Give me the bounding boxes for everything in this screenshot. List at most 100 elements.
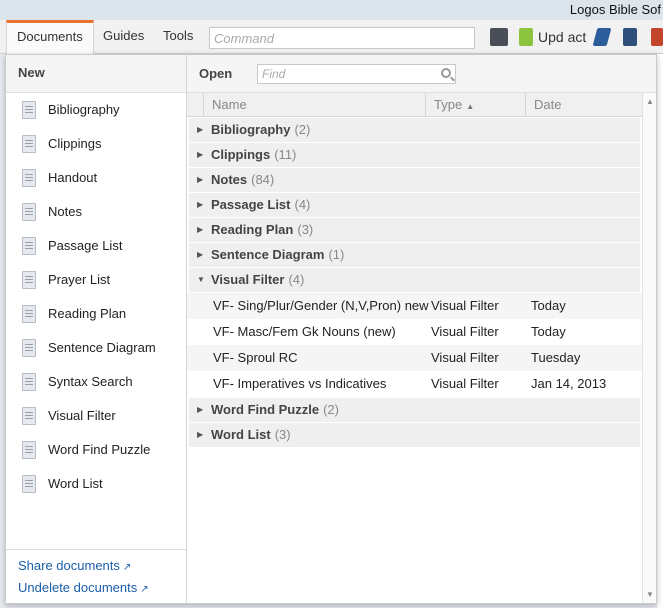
new-item-label: Notes (48, 204, 82, 219)
bibliography-icon (22, 101, 36, 119)
collapse-arrow-icon: ▼ (197, 275, 205, 284)
row-date: Tuesday (531, 350, 581, 365)
new-item-label: Handout (48, 170, 98, 185)
group-name: Notes (211, 172, 248, 187)
new-item-visual-filter[interactable]: Visual Filter (6, 399, 186, 433)
undelete-documents-label: Undelete documents (18, 580, 138, 595)
group-name: Visual Filter (211, 272, 285, 287)
background-document (657, 54, 663, 608)
expand-arrow-icon: ▶ (197, 175, 204, 184)
new-item-label: Syntax Search (48, 374, 133, 389)
new-item-reading-plan[interactable]: Reading Plan (6, 297, 186, 331)
scroll-up-icon[interactable]: ▲ (646, 97, 654, 106)
reading-plan-icon (22, 305, 36, 323)
expand-arrow-icon: ▶ (197, 150, 204, 159)
external-link-icon: ↗ (140, 584, 149, 595)
new-item-label: Clippings (48, 136, 102, 151)
group-name: Reading Plan (211, 222, 294, 237)
tab-guides[interactable]: Guides (93, 20, 154, 54)
new-item-passage-list[interactable]: Passage List (6, 229, 186, 263)
title-bar: Logos Bible Sof (0, 0, 663, 20)
group-count: (3) (297, 222, 314, 237)
expand-arrow-icon: ▶ (197, 430, 204, 439)
console-icon[interactable] (490, 28, 508, 46)
group-reading-plan[interactable]: ▶ Reading Plan (3) (189, 218, 640, 242)
group-name: Passage List (211, 197, 291, 212)
row-type: Visual Filter (431, 324, 499, 339)
expand-arrow-icon: ▶ (197, 125, 204, 134)
row-type: Visual Filter (431, 376, 499, 391)
group-bibliography[interactable]: ▶ Bibliography (2) (189, 118, 640, 142)
row-name: VF- Sproul RC (213, 350, 298, 365)
new-item-handout[interactable]: Handout (6, 161, 186, 195)
new-item-word-find-puzzle[interactable]: Word Find Puzzle (6, 433, 186, 467)
new-item-bibliography[interactable]: Bibliography (6, 93, 186, 127)
table-row[interactable]: VF- Masc/Fem Gk Nouns (new) Visual Filter… (187, 319, 642, 345)
new-item-prayer-list[interactable]: Prayer List (6, 263, 186, 297)
highlighter-icon[interactable] (592, 28, 612, 46)
group-notes[interactable]: ▶ Notes (84) (189, 168, 640, 192)
left-footer: Share documents ↗ Undelete documents ↗ (6, 549, 186, 603)
new-item-syntax-search[interactable]: Syntax Search (6, 365, 186, 399)
group-count: (2) (294, 122, 311, 137)
sort-ascending-icon: ▲ (466, 102, 475, 111)
new-item-label: Visual Filter (48, 408, 116, 423)
row-date: Today (531, 324, 566, 339)
tab-tools[interactable]: Tools (153, 20, 203, 54)
word-find-puzzle-icon (22, 441, 36, 459)
group-name: Clippings (211, 147, 271, 162)
expand-arrow-icon: ▶ (197, 200, 204, 209)
new-item-label: Bibliography (48, 102, 120, 117)
update-label[interactable]: Upd act (538, 29, 586, 45)
toolbar: Documents Guides Tools Upd act (0, 20, 663, 55)
visual-filter-icon (22, 407, 36, 425)
column-name[interactable]: Name (203, 93, 425, 117)
table-row[interactable]: VF- Sproul RC Visual Filter Tuesday (187, 345, 642, 371)
new-item-sentence-diagram[interactable]: Sentence Diagram (6, 331, 186, 365)
share-documents-link[interactable]: Share documents ↗ (18, 556, 186, 578)
group-count: (3) (274, 427, 291, 442)
handout-icon (22, 169, 36, 187)
column-name-label: Name (212, 97, 247, 112)
group-sentence-diagram[interactable]: ▶ Sentence Diagram (1) (189, 243, 640, 267)
column-date-label: Date (534, 97, 562, 112)
new-item-label: Sentence Diagram (48, 340, 156, 355)
group-count: (11) (274, 147, 297, 162)
group-name: Bibliography (211, 122, 291, 137)
update-icon[interactable] (519, 28, 533, 46)
find-input[interactable] (257, 64, 456, 84)
documents-panel: New Bibliography Clippings Handout Notes… (5, 54, 657, 604)
notes-icon (22, 203, 36, 221)
group-clippings[interactable]: ▶ Clippings (11) (189, 143, 640, 167)
new-item-clippings[interactable]: Clippings (6, 127, 186, 161)
row-name: VF- Sing/Plur/Gender (N,V,Pron) new (213, 298, 429, 313)
document-groups: ▶ Bibliography (2) ▶ Clippings (11) ▶ Notes (8… (187, 117, 642, 448)
column-date[interactable]: Date (525, 93, 642, 117)
new-item-label: Passage List (48, 238, 123, 253)
new-item-notes[interactable]: Notes (6, 195, 186, 229)
scroll-down-icon[interactable]: ▼ (646, 590, 654, 599)
search-icon[interactable] (441, 68, 451, 78)
tab-documents[interactable]: Documents (6, 20, 94, 55)
new-item-label: Prayer List (48, 272, 111, 287)
column-type[interactable]: Type ▲ (425, 93, 525, 117)
group-visual-filter[interactable]: ▼ Visual Filter (4) (189, 268, 640, 292)
group-count: (84) (251, 172, 275, 187)
group-name: Word Find Puzzle (211, 402, 320, 417)
table-row[interactable]: VF- Sing/Plur/Gender (N,V,Pron) new Visua… (187, 293, 642, 319)
undelete-documents-link[interactable]: Undelete documents ↗ (18, 578, 186, 600)
table-row[interactable]: VF- Imperatives vs Indicatives Visual Fil… (187, 371, 642, 397)
notebook-icon[interactable] (623, 28, 637, 46)
group-word-list[interactable]: ▶ Word List (3) (189, 423, 640, 447)
layouts-icon[interactable] (651, 28, 663, 46)
external-link-icon: ↗ (122, 562, 132, 573)
share-documents-label: Share documents (18, 558, 120, 573)
new-item-word-list[interactable]: Word List (6, 467, 186, 501)
group-word-find-puzzle[interactable]: ▶ Word Find Puzzle (2) (189, 398, 640, 422)
group-passage-list[interactable]: ▶ Passage List (4) (189, 193, 640, 217)
command-input[interactable] (209, 27, 475, 49)
column-type-label: Type (434, 97, 463, 112)
scrollbar[interactable]: ▲ ▼ (642, 93, 656, 603)
new-item-label: Word List (48, 476, 103, 491)
clippings-icon (22, 135, 36, 153)
